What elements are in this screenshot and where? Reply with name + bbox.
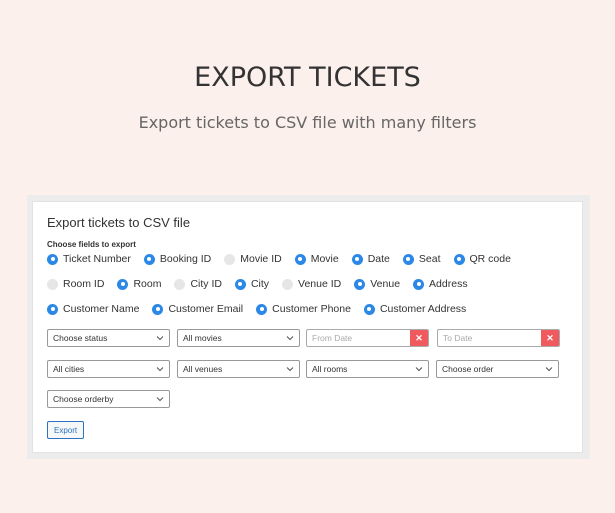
radio-checked-icon[interactable] [117, 278, 129, 290]
field-option-customer-phone[interactable]: Customer Phone [256, 303, 351, 315]
radio-checked-icon[interactable] [143, 253, 155, 265]
field-option-label: Room ID [63, 278, 105, 290]
field-option-room-id[interactable]: Room ID [47, 278, 104, 290]
field-option-customer-name[interactable]: Customer Name [47, 303, 139, 315]
field-option-label: Address [429, 278, 468, 290]
fields-row-3: Customer Name Customer Email Customer Phon… [47, 303, 479, 315]
order-select[interactable]: Choose order [436, 360, 559, 378]
radio-checked-icon[interactable] [402, 253, 414, 265]
status-select-value: Choose status [53, 333, 108, 343]
field-option-seat[interactable]: Seat [402, 253, 441, 265]
field-option-city[interactable]: City [234, 278, 270, 290]
radio-checked-icon[interactable] [413, 278, 425, 290]
field-option-label: Customer Email [168, 303, 244, 315]
clear-to-date-button[interactable]: ✕ [541, 330, 559, 346]
fields-row-1: Ticket Number Booking ID Movie ID Movie Date… [47, 253, 524, 265]
radio-unchecked-icon[interactable] [282, 278, 294, 290]
field-option-qr-code[interactable]: QR code [453, 253, 511, 265]
chevron-down-icon [156, 367, 164, 372]
field-option-customer-address[interactable]: Customer Address [363, 303, 467, 315]
radio-unchecked-icon[interactable] [47, 278, 58, 290]
radio-checked-icon[interactable] [234, 278, 246, 290]
radio-checked-icon[interactable] [453, 253, 465, 265]
panel-title: Export tickets to CSV file [47, 215, 191, 230]
radio-unchecked-icon[interactable] [224, 253, 236, 265]
movies-select[interactable]: All movies [177, 329, 300, 347]
movies-select-value: All movies [183, 333, 222, 343]
field-option-label: Movie [310, 253, 339, 265]
radio-checked-icon[interactable] [294, 253, 306, 265]
radio-checked-icon[interactable] [363, 303, 375, 315]
field-option-label: QR code [469, 253, 511, 265]
field-option-address[interactable]: Address [413, 278, 468, 290]
field-option-label: Room [133, 278, 162, 290]
radio-checked-icon[interactable] [256, 303, 268, 315]
field-option-label: Ticket Number [63, 253, 131, 265]
from-date-field[interactable]: From Date ✕ [306, 329, 429, 347]
venues-select-value: All venues [183, 364, 223, 374]
field-option-customer-email[interactable]: Customer Email [152, 303, 243, 315]
radio-checked-icon[interactable] [152, 303, 164, 315]
field-option-movie-id[interactable]: Movie ID [224, 253, 282, 265]
to-date-placeholder: To Date [443, 333, 473, 343]
field-option-movie[interactable]: Movie [294, 253, 339, 265]
order-select-value: Choose order [442, 364, 494, 374]
field-option-city-id[interactable]: City ID [174, 278, 222, 290]
chevron-down-icon [156, 397, 164, 402]
field-option-venue-id[interactable]: Venue ID [282, 278, 341, 290]
field-option-booking-id[interactable]: Booking ID [143, 253, 212, 265]
radio-checked-icon[interactable] [47, 303, 58, 315]
field-option-label: Seat [418, 253, 441, 265]
field-option-label: Venue [370, 278, 401, 290]
field-option-label: Customer Name [63, 303, 140, 315]
page-title: EXPORT TICKETS [194, 62, 421, 93]
field-option-venue[interactable]: Venue [354, 278, 400, 290]
orderby-select-value: Choose orderby [53, 394, 114, 404]
chevron-down-icon [286, 367, 294, 372]
to-date-field[interactable]: To Date ✕ [437, 329, 560, 347]
export-button[interactable]: Export [47, 421, 85, 439]
orderby-select[interactable]: Choose orderby [47, 390, 170, 408]
from-date-placeholder: From Date [312, 333, 353, 343]
field-option-label: Booking ID [159, 253, 212, 265]
radio-unchecked-icon[interactable] [174, 278, 186, 290]
cities-select-value: All cities [53, 364, 85, 374]
chevron-down-icon [545, 367, 553, 372]
field-option-label: Venue ID [298, 278, 342, 290]
field-option-date[interactable]: Date [351, 253, 390, 265]
page-subtitle: Export tickets to CSV file with many fil… [138, 113, 477, 132]
rooms-select-value: All rooms [312, 364, 348, 374]
fields-label: Choose fields to export [47, 240, 136, 249]
radio-checked-icon[interactable] [351, 253, 363, 265]
export-panel: Export tickets to CSV file Choose fields… [32, 201, 583, 453]
field-option-label: City [250, 278, 270, 290]
venues-select[interactable]: All venues [177, 360, 300, 378]
chevron-down-icon [286, 336, 294, 341]
field-option-ticket-number[interactable]: Ticket Number [47, 253, 131, 265]
field-option-label: Movie ID [240, 253, 282, 265]
radio-checked-icon[interactable] [47, 253, 58, 265]
clear-from-date-button[interactable]: ✕ [410, 330, 428, 346]
cities-select[interactable]: All cities [47, 360, 170, 378]
chevron-down-icon [415, 367, 423, 372]
chevron-down-icon [156, 336, 164, 341]
field-option-label: Customer Phone [272, 303, 351, 315]
rooms-select[interactable]: All rooms [306, 360, 429, 378]
field-option-label: City ID [190, 278, 222, 290]
radio-checked-icon[interactable] [354, 278, 366, 290]
field-option-room[interactable]: Room [117, 278, 161, 290]
fields-row-2: Room ID Room City ID City Venue ID Venue Addre… [47, 278, 481, 290]
field-option-label: Date [367, 253, 390, 265]
status-select[interactable]: Choose status [47, 329, 170, 347]
field-option-label: Customer Address [379, 303, 467, 315]
